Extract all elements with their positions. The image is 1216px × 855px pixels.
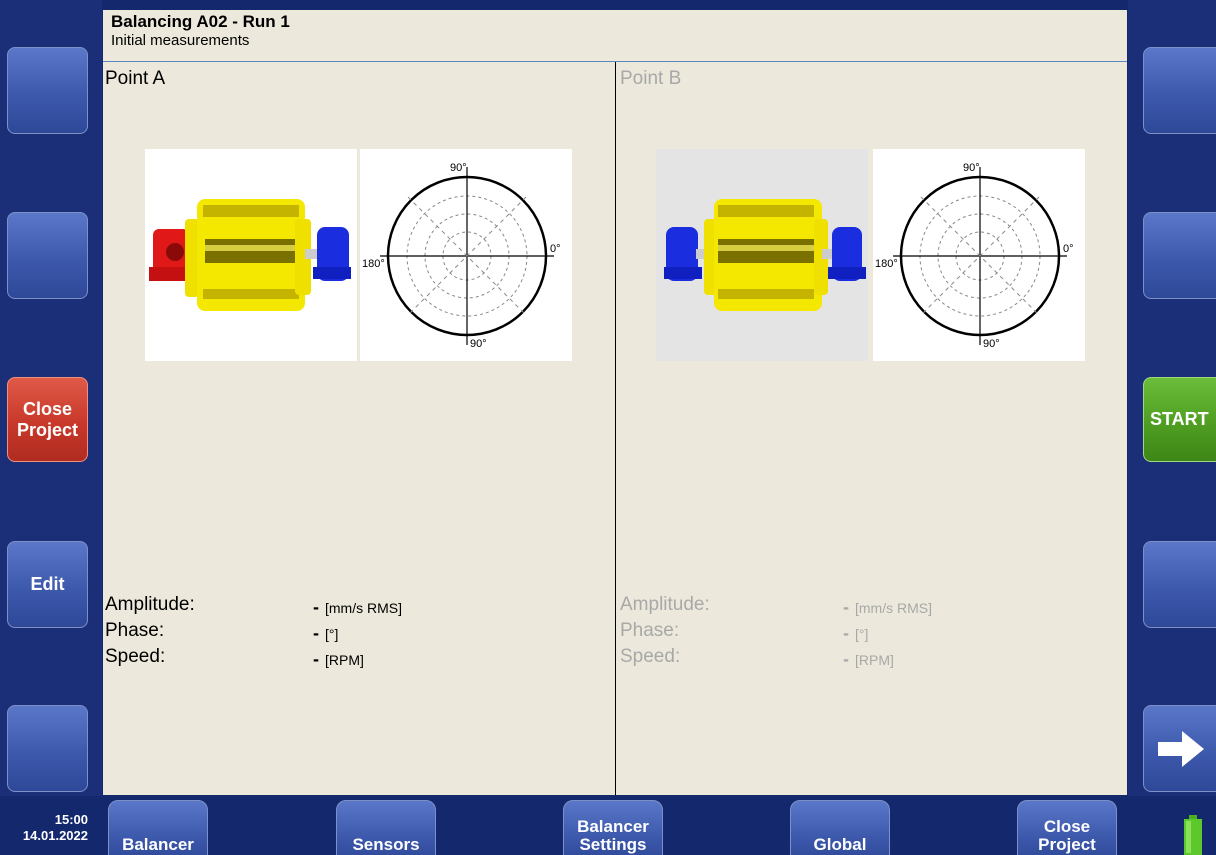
polar-label-right: 0° [550,243,561,255]
tab-close-project[interactable]: Close Project [1017,800,1117,855]
point-b-amplitude-value: - [mm/s RMS] [843,597,932,617]
point-a-phase-label: Phase: [105,620,165,641]
clock-date: 14.01.2022 [22,828,88,844]
polar-label-left: 180° [875,258,898,270]
point-b-amplitude-label: Amplitude: [620,594,710,615]
point-b-phase-label: Phase: [620,620,680,641]
right-softkey-1[interactable] [1143,47,1216,134]
page-subtitle: Initial measurements [111,32,250,49]
arrow-right-icon [1158,730,1204,767]
start-button[interactable]: START [1143,377,1216,462]
point-a-amplitude-label: Amplitude: [105,594,195,615]
main-panel: Balancing A02 - Run 1 Initial measuremen… [103,10,1127,795]
polar-plot-point-b[interactable]: 90° 90° 180° 0° [873,149,1085,361]
edit-button[interactable]: Edit [7,541,88,628]
tab-balancer[interactable]: Balancer [108,800,208,855]
battery-icon [1184,815,1202,855]
point-b-phase-value: - [°] [843,623,869,643]
tab-sensors[interactable]: Sensors [336,800,436,855]
clock-time: 15:00 [54,812,88,827]
polar-label-bottom: 90° [983,338,1000,350]
point-a-phase-value: - [°] [313,623,339,643]
left-softkey-1[interactable] [7,47,88,134]
point-b-speed-label: Speed: [620,646,681,667]
polar-label-bottom: 90° [470,338,487,350]
polar-label-top: 90° [963,162,980,174]
polar-plot-point-a[interactable]: 90° 90° 180° 0° [360,149,572,361]
tab-global[interactable]: Global [790,800,890,855]
point-b-speed-value: - [RPM] [843,649,894,669]
point-a-speed-label: Speed: [105,646,166,667]
polar-label-top: 90° [450,162,467,174]
right-softkey-4[interactable] [1143,541,1216,628]
machine-image-point-a[interactable] [145,149,357,361]
machine-image-point-b[interactable] [656,149,868,361]
left-softkey-2[interactable] [7,212,88,299]
next-button[interactable] [1143,705,1216,792]
point-b-label: Point B [620,68,682,89]
panel-divider [615,62,616,795]
polar-label-right: 0° [1063,243,1074,255]
clock: 15:00 14.01.2022 [4,812,88,845]
point-a-amplitude-value: - [mm/s RMS] [313,597,402,617]
point-a-label: Point A [105,68,166,89]
tab-balancer-settings[interactable]: Balancer Settings [563,800,663,855]
polar-label-left: 180° [362,258,385,270]
point-a-speed-value: - [RPM] [313,649,364,669]
close-project-side-button[interactable]: Close Project [7,377,88,462]
page-title: Balancing A02 - Run 1 [111,12,290,31]
left-softkey-5[interactable] [7,705,88,792]
right-softkey-2[interactable] [1143,212,1216,299]
